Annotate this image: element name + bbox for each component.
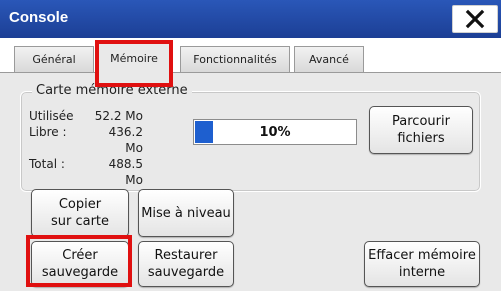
external-card-group: Carte mémoire externe Utilisée 52.2 Mo L… [20, 83, 481, 192]
tab-avance[interactable]: Avancé [294, 46, 364, 72]
browse-files-button[interactable]: Parcourir fichiers [369, 106, 473, 154]
tab-memoire[interactable]: Mémoire [98, 42, 170, 73]
upgrade-button[interactable]: Mise à niveau [138, 189, 234, 237]
used-value: 52.2 Mo [94, 109, 143, 123]
restore-backup-button[interactable]: Restaurer sauvegarde [138, 241, 234, 287]
close-button[interactable] [452, 5, 498, 33]
usage-percent: 10% [259, 125, 291, 140]
window-title: Console [9, 9, 69, 26]
total-value: 488.5 Mo [108, 157, 143, 187]
title-bar: Console [0, 0, 501, 38]
close-icon [465, 9, 485, 29]
tab-fonctionnalites[interactable]: Fonctionnalités [180, 46, 290, 72]
tab-general[interactable]: Général [14, 46, 94, 72]
memory-stats: Utilisée 52.2 Mo Libre : 436.2 Mo Total … [29, 108, 143, 188]
memory-panel: Carte mémoire externe Utilisée 52.2 Mo L… [0, 72, 501, 291]
used-label: Utilisée [29, 109, 74, 123]
erase-internal-memory-button[interactable]: Effacer mémoire interne [364, 241, 480, 287]
free-value: 436.2 Mo [108, 125, 143, 155]
create-backup-button[interactable]: Créer sauvegarde [31, 241, 129, 287]
group-legend: Carte mémoire externe [32, 83, 192, 98]
tab-bar: Général Mémoire Fonctionnalités Avancé [0, 38, 501, 73]
usage-progress-bar: 10% [193, 119, 357, 145]
total-label: Total : [29, 157, 65, 171]
copy-to-card-button[interactable]: Copier sur carte [31, 189, 129, 237]
free-label: Libre : [29, 125, 67, 139]
